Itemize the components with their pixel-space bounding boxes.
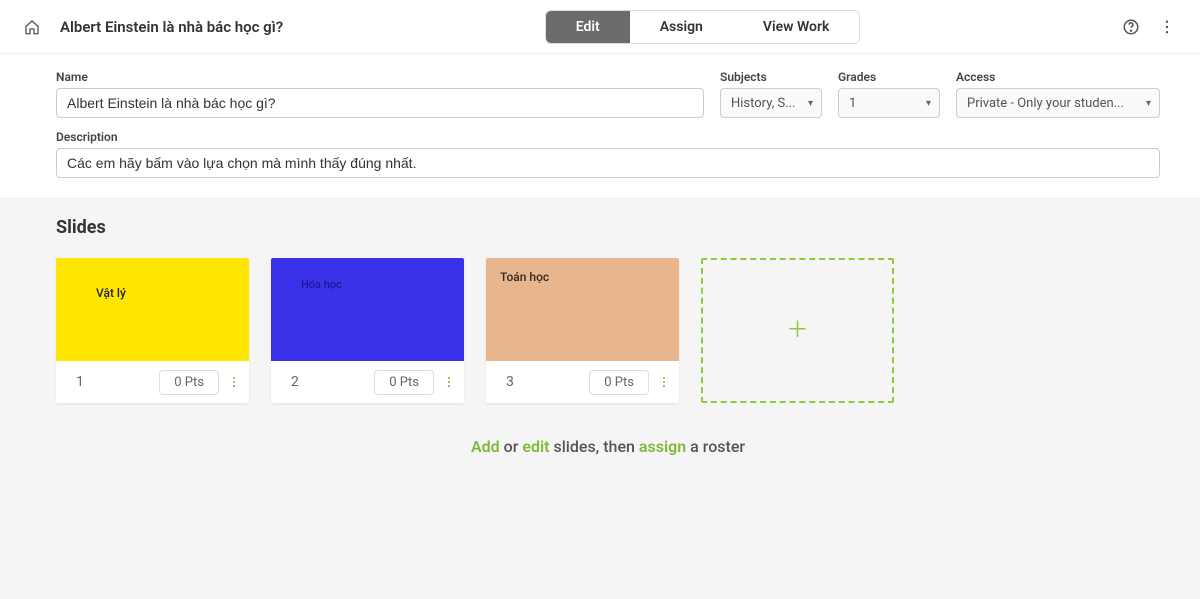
access-label: Access xyxy=(956,70,1160,84)
points-badge[interactable]: 0 Pts xyxy=(374,370,434,395)
slide-footer: 2 0 Pts xyxy=(271,361,464,403)
field-description: Description xyxy=(56,130,1160,178)
subjects-value: History, S... xyxy=(731,96,795,111)
slide-more-icon[interactable] xyxy=(657,375,671,389)
subjects-label: Subjects xyxy=(720,70,822,84)
help-icon[interactable] xyxy=(1122,18,1140,36)
points-badge[interactable]: 0 Pts xyxy=(159,370,219,395)
topbar: Albert Einstein là nhà bác học gì? Edit … xyxy=(0,0,1200,54)
slide-more-icon[interactable] xyxy=(442,375,456,389)
grades-label: Grades xyxy=(838,70,940,84)
subjects-select[interactable]: History, S... ▾ xyxy=(720,88,822,118)
slides-title: Slides xyxy=(56,217,1160,238)
form-section: Name Subjects History, S... ▾ Grades 1 ▾… xyxy=(0,54,1200,199)
slides-row: Vật lý 1 0 Pts Hóa học 2 0 Pts xyxy=(56,258,1160,403)
more-icon[interactable] xyxy=(1158,18,1176,36)
name-label: Name xyxy=(56,70,704,84)
tab-edit[interactable]: Edit xyxy=(546,11,630,43)
topbar-actions xyxy=(1122,18,1176,36)
slide-thumb: Toán học xyxy=(486,258,679,361)
caret-down-icon: ▾ xyxy=(1146,98,1151,109)
field-grades: Grades 1 ▾ xyxy=(838,70,940,118)
hint-assign[interactable]: assign xyxy=(639,437,686,456)
description-input[interactable] xyxy=(56,148,1160,178)
tab-group: Edit Assign View Work xyxy=(545,10,861,44)
slide-number: 3 xyxy=(506,374,589,390)
slide-thumb: Vật lý xyxy=(56,258,249,361)
slide-number: 2 xyxy=(291,374,374,390)
slide-card[interactable]: Hóa học 2 0 Pts xyxy=(271,258,464,403)
add-slide-button[interactable]: ＋ xyxy=(701,258,894,403)
tab-group-container: Edit Assign View Work xyxy=(283,10,1122,44)
caret-down-icon: ▾ xyxy=(926,98,931,109)
grades-select[interactable]: 1 ▾ xyxy=(838,88,940,118)
hint-text: Add or edit slides, then assign a roster xyxy=(56,437,1160,456)
slide-footer: 3 0 Pts xyxy=(486,361,679,403)
hint-add[interactable]: Add xyxy=(471,437,500,456)
slide-card[interactable]: Toán học 3 0 Pts xyxy=(486,258,679,403)
access-select[interactable]: Private - Only your studen... ▾ xyxy=(956,88,1160,118)
slide-thumb-label: Toán học xyxy=(500,270,549,284)
slide-card[interactable]: Vật lý 1 0 Pts xyxy=(56,258,249,403)
slide-thumb-label: Vật lý xyxy=(70,286,126,300)
tab-assign[interactable]: Assign xyxy=(630,11,733,43)
plus-icon: ＋ xyxy=(786,320,808,342)
name-input[interactable] xyxy=(56,88,704,118)
slide-thumb: Hóa học xyxy=(271,258,464,361)
caret-down-icon: ▾ xyxy=(808,98,813,109)
form-row-2: Description xyxy=(56,130,1160,178)
hint-or: or xyxy=(500,437,523,456)
access-value: Private - Only your studen... xyxy=(967,96,1124,111)
tab-view-work[interactable]: View Work xyxy=(733,11,860,43)
hint-end: a roster xyxy=(686,437,745,456)
field-name: Name xyxy=(56,70,704,118)
field-access: Access Private - Only your studen... ▾ xyxy=(956,70,1160,118)
form-row-1: Name Subjects History, S... ▾ Grades 1 ▾… xyxy=(56,70,1160,118)
page-title: Albert Einstein là nhà bác học gì? xyxy=(60,18,283,36)
points-badge[interactable]: 0 Pts xyxy=(589,370,649,395)
slide-more-icon[interactable] xyxy=(227,375,241,389)
home-icon[interactable] xyxy=(24,19,40,35)
grades-value: 1 xyxy=(849,96,856,111)
field-subjects: Subjects History, S... ▾ xyxy=(720,70,822,118)
slides-section: Slides Vật lý 1 0 Pts Hóa học 2 0 Pts xyxy=(0,199,1200,599)
hint-mid: slides, then xyxy=(549,437,638,456)
slide-number: 1 xyxy=(76,374,159,390)
description-label: Description xyxy=(56,130,1160,144)
hint-edit[interactable]: edit xyxy=(522,437,549,456)
slide-footer: 1 0 Pts xyxy=(56,361,249,403)
slide-thumb-label: Hóa học xyxy=(285,278,342,291)
